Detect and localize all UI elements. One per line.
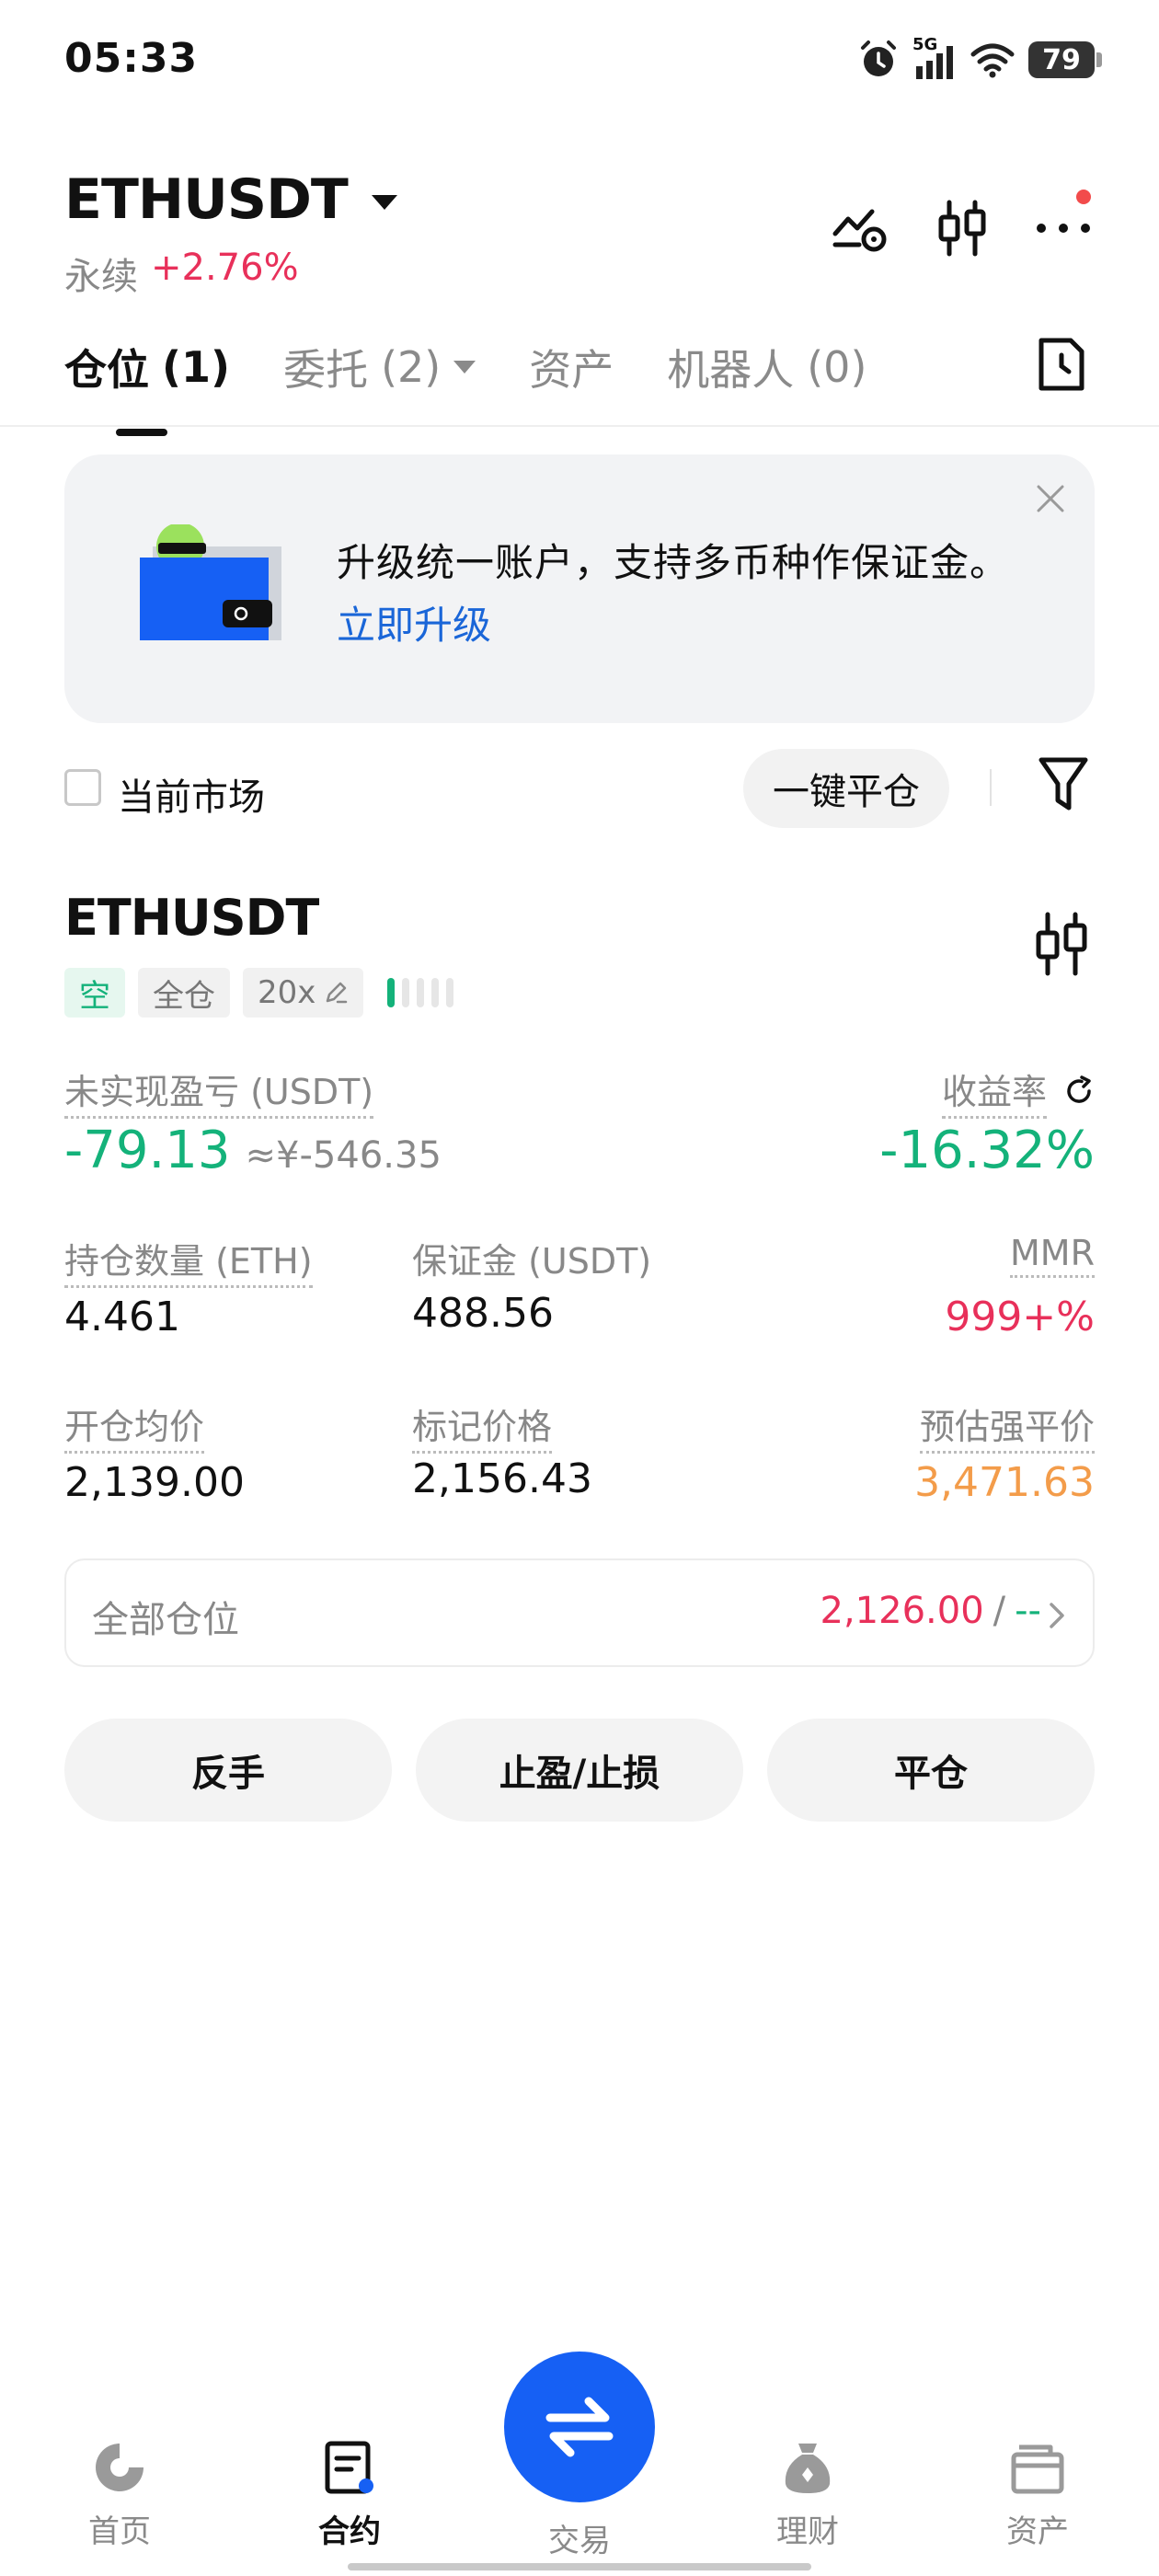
tab-count: (1) [162, 342, 231, 392]
contract-icon [325, 2441, 373, 2494]
all-positions-label: 全部仓位 [92, 1599, 239, 1641]
price-change: +2.76% [151, 247, 299, 289]
position-symbol[interactable]: ETHUSDT [64, 889, 319, 947]
kline-chart-button[interactable] [929, 195, 995, 261]
chevron-down-icon [453, 361, 476, 374]
position-tabs: 仓位 (1) 委托 (2) 资产 机器人 (0) [64, 337, 866, 436]
tp-sl-button[interactable]: 止盈/止损 [416, 1719, 743, 1822]
history-document-icon [1039, 338, 1084, 391]
nav-label: 资产 [1006, 2513, 1069, 2550]
all-positions-price: 2,126.00 [820, 1590, 984, 1632]
adl-indicator [387, 978, 454, 1007]
side-tag: 空 [64, 968, 125, 1018]
entry-price-value: 2,139.00 [64, 1459, 245, 1506]
tab-label: 委托 [283, 345, 369, 395]
battery-indicator: 79 [1028, 41, 1102, 78]
tab-bots[interactable]: 机器人 (0) [667, 337, 866, 397]
close-position-button[interactable]: 平仓 [767, 1719, 1095, 1822]
quantity-label[interactable]: 持仓数量 (ETH) [64, 1233, 313, 1288]
tab-label: 机器人 [667, 345, 795, 395]
more-menu-button[interactable] [1030, 190, 1096, 261]
price-alert-icon [832, 209, 887, 252]
home-icon [96, 2444, 143, 2491]
nav-label: 交易 [548, 2523, 611, 2559]
mmr-value: 999+% [945, 1294, 1095, 1340]
unrealized-pnl: -79.13 ≈¥-546.35 [64, 1121, 442, 1180]
tab-positions[interactable]: 仓位 (1) [64, 337, 231, 436]
roe-value: -16.32% [879, 1121, 1095, 1180]
margin-label: 保证金 (USDT) [412, 1241, 652, 1282]
margin-value: 488.56 [412, 1290, 554, 1337]
notification-dot [1076, 190, 1091, 204]
cellular-signal-icon: 5G [912, 35, 957, 81]
nav-trade-button[interactable] [504, 2352, 655, 2502]
banner-message: 升级统一账户，支持多币种作保证金。 [337, 540, 1010, 585]
more-dots-icon [1037, 224, 1090, 233]
leverage-tag[interactable]: 20x [243, 968, 364, 1018]
nav-label: 合约 [318, 2513, 381, 2550]
nav-label: 理财 [776, 2513, 839, 2550]
candlestick-icon[interactable] [1032, 911, 1091, 977]
wallet-icon [1011, 2444, 1064, 2494]
position-tags: 空 全仓 20x [64, 968, 454, 1018]
liquidation-price-label[interactable]: 预估强平价 [919, 1398, 1095, 1454]
contract-type: 永续 [64, 256, 138, 298]
status-icons: 5G 79 [857, 35, 1102, 83]
mark-price-value: 2,156.43 [412, 1455, 592, 1502]
tab-count: (0) [807, 342, 867, 392]
liquidation-price-value: 3,471.63 [914, 1459, 1095, 1506]
upgrade-now-link[interactable]: 立即升级 [337, 594, 491, 650]
tabs-divider [0, 425, 1159, 427]
price-alert-button[interactable] [828, 195, 894, 261]
candlestick-icon [938, 200, 986, 257]
pair-subtitle: 永续 +2.76% [64, 247, 299, 300]
entry-price-label[interactable]: 开仓均价 [64, 1398, 205, 1454]
swap-icon [545, 2397, 614, 2457]
current-market-checkbox[interactable] [64, 769, 101, 806]
pair-selector[interactable]: ETHUSDT [64, 167, 397, 232]
nav-label: 首页 [88, 2513, 151, 2550]
chevron-down-icon [371, 195, 397, 210]
earn-icon [785, 2444, 831, 2493]
close-all-button[interactable]: 一键平仓 [743, 749, 949, 828]
close-icon[interactable] [1034, 482, 1067, 515]
margin-mode-tag: 全仓 [138, 968, 230, 1018]
all-positions-other: -- [1015, 1590, 1041, 1632]
quantity-value: 4.461 [64, 1294, 180, 1340]
status-time: 05:33 [64, 35, 199, 82]
history-button[interactable] [1036, 335, 1087, 397]
leverage-value: 20x [258, 974, 316, 1011]
nav-contract[interactable]: 合约 [285, 2438, 414, 2551]
filter-icon[interactable] [1036, 754, 1091, 815]
tab-assets[interactable]: 资产 [529, 337, 614, 397]
mark-price-label[interactable]: 标记价格 [412, 1398, 553, 1454]
tab-count: (2) [381, 342, 442, 392]
edit-pencil-icon [327, 982, 348, 1004]
nav-earn[interactable]: 理财 [743, 2438, 872, 2551]
wallet-illustration-icon [140, 524, 281, 640]
home-indicator [348, 2563, 811, 2570]
separator: / [993, 1590, 1006, 1632]
pnl-cny: ≈¥-546.35 [245, 1134, 442, 1177]
divider [990, 769, 992, 806]
wifi-icon [970, 43, 1015, 78]
tab-label: 仓位 [64, 345, 149, 395]
tab-active-indicator [116, 429, 167, 436]
alarm-icon [861, 40, 896, 76]
pnl-value: -79.13 [64, 1121, 231, 1180]
share-refresh-icon[interactable] [1063, 1075, 1095, 1107]
pair-name: ETHUSDT [64, 167, 349, 232]
tab-orders[interactable]: 委托 (2) [283, 337, 476, 397]
chevron-right-icon [1050, 1603, 1064, 1628]
all-positions-values: 2,126.00 / -- [820, 1590, 1041, 1632]
roe-header: 收益率 [941, 1064, 1095, 1119]
nav-assets[interactable]: 资产 [973, 2438, 1102, 2551]
reverse-position-button[interactable]: 反手 [64, 1719, 392, 1822]
pnl-label[interactable]: 未实现盈亏 (USDT) [64, 1064, 374, 1119]
current-market-label: 当前市场 [118, 776, 265, 819]
mmr-label[interactable]: MMR [1010, 1233, 1095, 1278]
roe-label[interactable]: 收益率 [941, 1064, 1047, 1119]
nav-home[interactable]: 首页 [55, 2438, 184, 2551]
tab-label: 资产 [529, 345, 614, 395]
